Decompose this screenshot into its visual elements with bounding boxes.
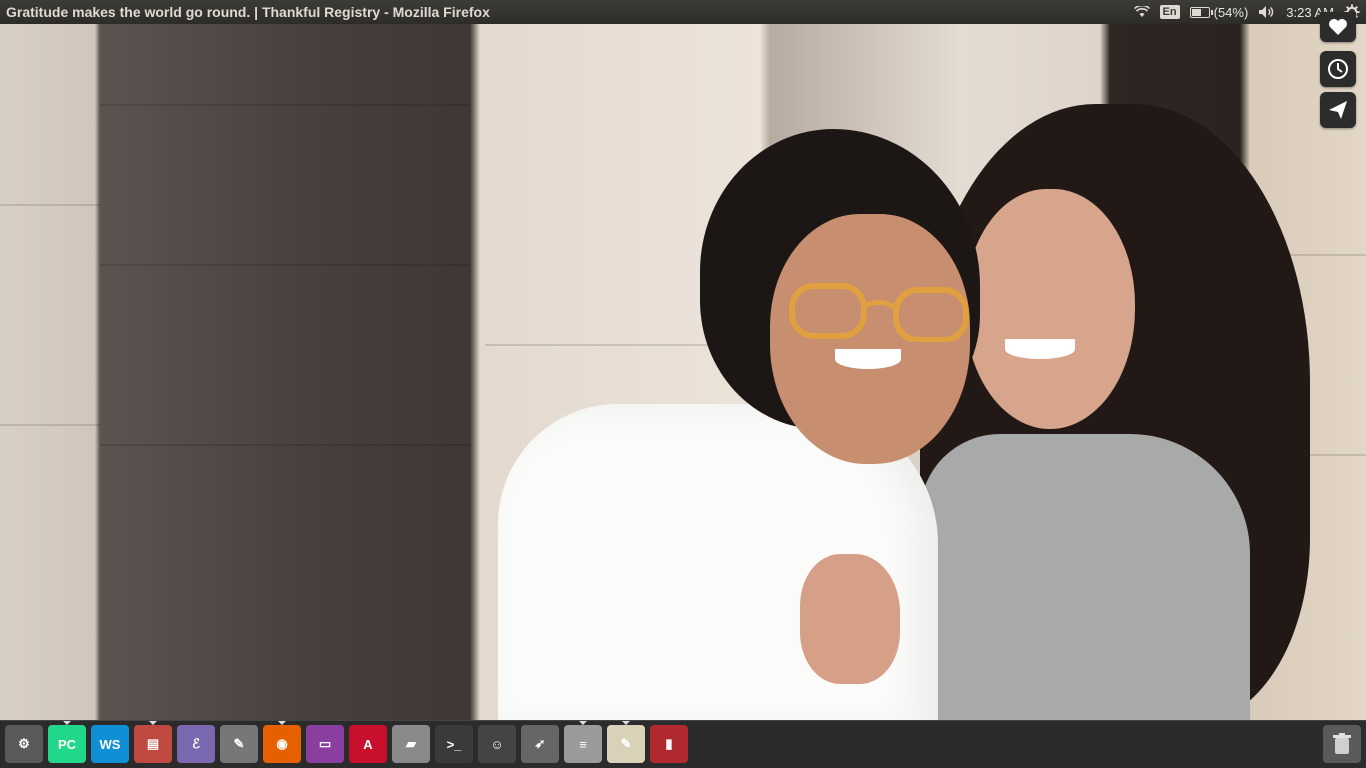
hero-photo (0, 24, 1366, 720)
heart-icon (1329, 19, 1347, 35)
book-app-icon: ▮ (665, 736, 673, 751)
pycharm-icon: PC (57, 736, 77, 752)
launcher-ubuntu-dash[interactable]: ⚙ (5, 725, 43, 763)
launcher-trash[interactable] (1323, 725, 1361, 763)
wall-seam (0, 204, 100, 206)
emacs-icon: ℰ (192, 736, 200, 751)
man-smile (835, 349, 901, 369)
woman-face (965, 189, 1135, 429)
archive-manager-icon: ▤ (146, 736, 160, 751)
launcher-webstorm[interactable]: WS (91, 725, 129, 763)
wall-seam (0, 424, 100, 426)
launcher-terminal[interactable]: >_ (435, 725, 473, 763)
top-panel: Gratitude makes the world go round. | Th… (0, 0, 1366, 24)
running-indicator (579, 721, 587, 725)
launcher-system-tools[interactable]: ✎ (220, 725, 258, 763)
launcher-android-studio[interactable]: A (349, 725, 387, 763)
launcher-disk-drive[interactable]: ▰ (392, 725, 430, 763)
android-studio-icon: A (363, 736, 373, 752)
launcher-tux-app[interactable]: ☺ (478, 725, 516, 763)
hand (800, 554, 900, 684)
disk-drive-icon: ▰ (406, 736, 416, 751)
wall-seam (100, 264, 470, 266)
terminal-icon: >_ (446, 736, 462, 752)
ubuntu-dash-icon: ⚙ (18, 736, 30, 751)
running-indicator (622, 721, 630, 725)
running-indicator (149, 721, 157, 725)
database-icon: ≡ (579, 736, 587, 752)
launcher: ⚙ PC WS ▤ ℰ ✎ ◉ ▭ A ▰ >_ ☺ ➶ ≡ ✎ ▮ (0, 720, 1366, 768)
battery-indicator[interactable]: (54%) (1189, 4, 1249, 20)
history-button[interactable] (1320, 51, 1356, 87)
volume-icon[interactable] (1258, 5, 1276, 19)
send-button[interactable] (1320, 92, 1356, 128)
wall-seam (100, 444, 470, 446)
battery-percent: (54%) (1213, 4, 1249, 20)
heart-button[interactable] (1320, 12, 1356, 42)
wifi-icon[interactable] (1133, 6, 1150, 18)
launcher-firefox[interactable]: ◉ (263, 725, 301, 763)
launcher-book-app[interactable]: ▮ (650, 725, 688, 763)
clock-icon (1328, 59, 1348, 79)
battery-level-fill (1191, 8, 1202, 16)
webstorm-icon: WS (99, 736, 121, 752)
firefox-icon: ◉ (276, 736, 288, 751)
rocket-app-icon: ➶ (534, 736, 546, 751)
launcher-pycharm[interactable]: PC (48, 725, 86, 763)
launcher-archive-manager[interactable]: ▤ (134, 725, 172, 763)
tux-app-icon: ☺ (490, 736, 504, 752)
battery-icon (1189, 6, 1213, 18)
launcher-emacs[interactable]: ℰ (177, 725, 215, 763)
glasses (789, 283, 969, 342)
system-tools-icon: ✎ (233, 736, 245, 751)
terminal-purple-icon: ▭ (318, 736, 332, 751)
send-icon (1329, 101, 1347, 119)
wall-seam (100, 104, 470, 106)
launcher-rocket-app[interactable]: ➶ (521, 725, 559, 763)
running-indicator (278, 721, 286, 725)
trash-icon (1333, 733, 1351, 754)
woman-smile (1005, 339, 1075, 359)
running-indicator (63, 721, 71, 725)
launcher-database[interactable]: ≡ (564, 725, 602, 763)
window-title: Gratitude makes the world go round. | Th… (6, 4, 490, 20)
woman-sweater (920, 434, 1250, 720)
launcher-terminal-purple[interactable]: ▭ (306, 725, 344, 763)
launcher-text-editor[interactable]: ✎ (607, 725, 645, 763)
text-editor-icon: ✎ (620, 736, 632, 751)
keyboard-layout-indicator[interactable]: En (1159, 5, 1180, 19)
